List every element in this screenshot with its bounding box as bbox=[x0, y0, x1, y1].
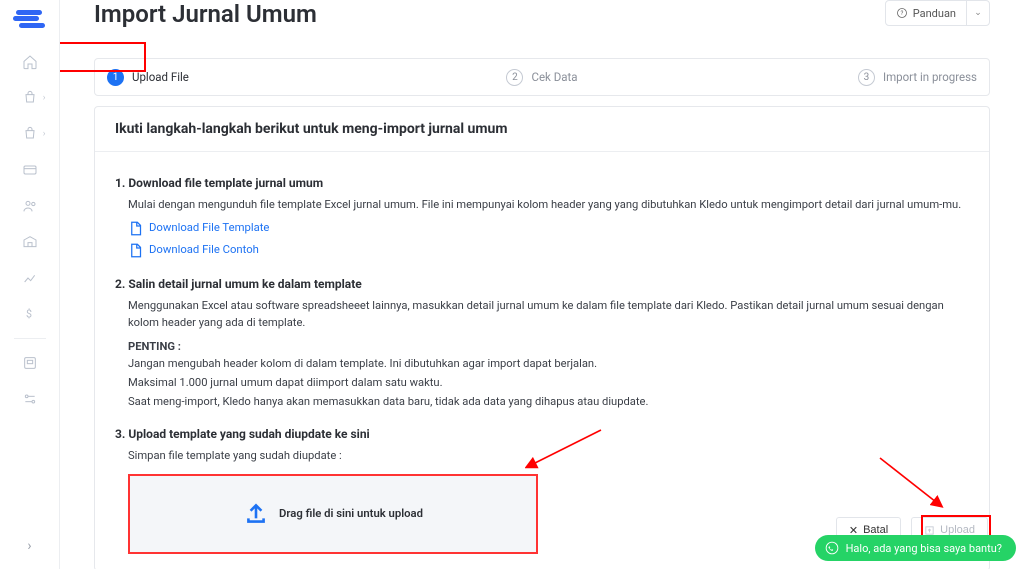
step-cek-data[interactable]: 2 Cek Data bbox=[397, 69, 687, 86]
section2-heading: 2. Salin detail jurnal umum ke dalam tem… bbox=[115, 275, 969, 293]
step-number: 1 bbox=[107, 69, 124, 86]
penting-line3: Saat meng-import, Kledo hanya akan memas… bbox=[128, 394, 969, 411]
nav-inventory[interactable] bbox=[12, 227, 48, 257]
sidebar: › › $ › bbox=[0, 0, 60, 569]
panduan-button[interactable]: ? Panduan ⌄ bbox=[885, 0, 990, 26]
nav-accounts[interactable] bbox=[12, 348, 48, 378]
section1-text: Mulai dengan mengunduh file template Exc… bbox=[128, 197, 969, 214]
nav-expense[interactable] bbox=[12, 155, 48, 185]
dropzone-text: Drag file di sini untuk upload bbox=[279, 506, 423, 523]
whatsapp-help-pill[interactable]: Halo, ada yang bisa saya bantu? bbox=[815, 535, 1016, 561]
nav-collapse[interactable]: › bbox=[12, 531, 48, 561]
upload-icon bbox=[243, 501, 269, 527]
nav-settings[interactable] bbox=[12, 384, 48, 414]
nav-cash[interactable]: $ bbox=[12, 299, 48, 329]
chevron-right-icon: › bbox=[43, 129, 46, 139]
chevron-right-icon: › bbox=[27, 538, 31, 554]
nav-reports[interactable] bbox=[12, 263, 48, 293]
page-title: Import Jurnal Umum bbox=[94, 0, 990, 28]
instructions-card: Ikuti langkah-langkah berikut untuk meng… bbox=[94, 106, 990, 569]
step-number: 3 bbox=[858, 69, 875, 86]
download-contoh-link[interactable]: Download File Contoh bbox=[149, 242, 259, 259]
svg-text:$: $ bbox=[26, 307, 32, 320]
whatsapp-text: Halo, ada yang bisa saya bantu? bbox=[846, 542, 1002, 555]
nav-home[interactable] bbox=[12, 47, 48, 77]
file-icon bbox=[128, 220, 143, 237]
step-label: Cek Data bbox=[531, 70, 577, 84]
sidebar-divider bbox=[14, 338, 46, 339]
step-upload-file[interactable]: 1 Upload File bbox=[107, 69, 397, 86]
step-number: 2 bbox=[506, 69, 523, 86]
chevron-down-icon[interactable]: ⌄ bbox=[967, 8, 989, 18]
import-steps: 1 Upload File 2 Cek Data 3 Import in pro… bbox=[94, 58, 990, 96]
nav-purchase[interactable]: › bbox=[12, 83, 48, 113]
logo bbox=[16, 8, 44, 28]
section3-text: Simpan file template yang sudah diupdate… bbox=[128, 448, 969, 465]
card-heading: Ikuti langkah-langkah berikut untuk meng… bbox=[95, 107, 989, 152]
main-content: Import Jurnal Umum ? Panduan ⌄ 1 Upload … bbox=[60, 0, 1024, 569]
step-import-progress[interactable]: 3 Import in progress bbox=[687, 69, 977, 86]
section3-heading: 3. Upload template yang sudah diupdate k… bbox=[115, 425, 969, 443]
nav-sales[interactable]: › bbox=[12, 119, 48, 149]
download-template-link[interactable]: Download File Template bbox=[149, 220, 269, 237]
panduan-label: Panduan bbox=[913, 7, 956, 20]
step-label: Upload File bbox=[132, 70, 189, 84]
chevron-right-icon: › bbox=[43, 93, 46, 103]
penting-label: PENTING : bbox=[128, 339, 969, 356]
nav-contacts[interactable] bbox=[12, 191, 48, 221]
file-icon bbox=[128, 242, 143, 259]
section2-text: Menggunakan Excel atau software spreadsh… bbox=[128, 298, 969, 332]
upload-small-icon bbox=[924, 525, 935, 536]
upload-dropzone[interactable]: Drag file di sini untuk upload bbox=[128, 474, 538, 554]
section1-heading: 1. Download file template jurnal umum bbox=[115, 174, 969, 192]
svg-text:?: ? bbox=[900, 10, 903, 17]
whatsapp-icon bbox=[825, 541, 839, 555]
question-circle-icon: ? bbox=[896, 7, 908, 19]
penting-line2: Maksimal 1.000 jurnal umum dapat diimpor… bbox=[128, 375, 969, 392]
step-label: Import in progress bbox=[883, 70, 977, 84]
penting-line1: Jangan mengubah header kolom di dalam te… bbox=[128, 356, 969, 373]
